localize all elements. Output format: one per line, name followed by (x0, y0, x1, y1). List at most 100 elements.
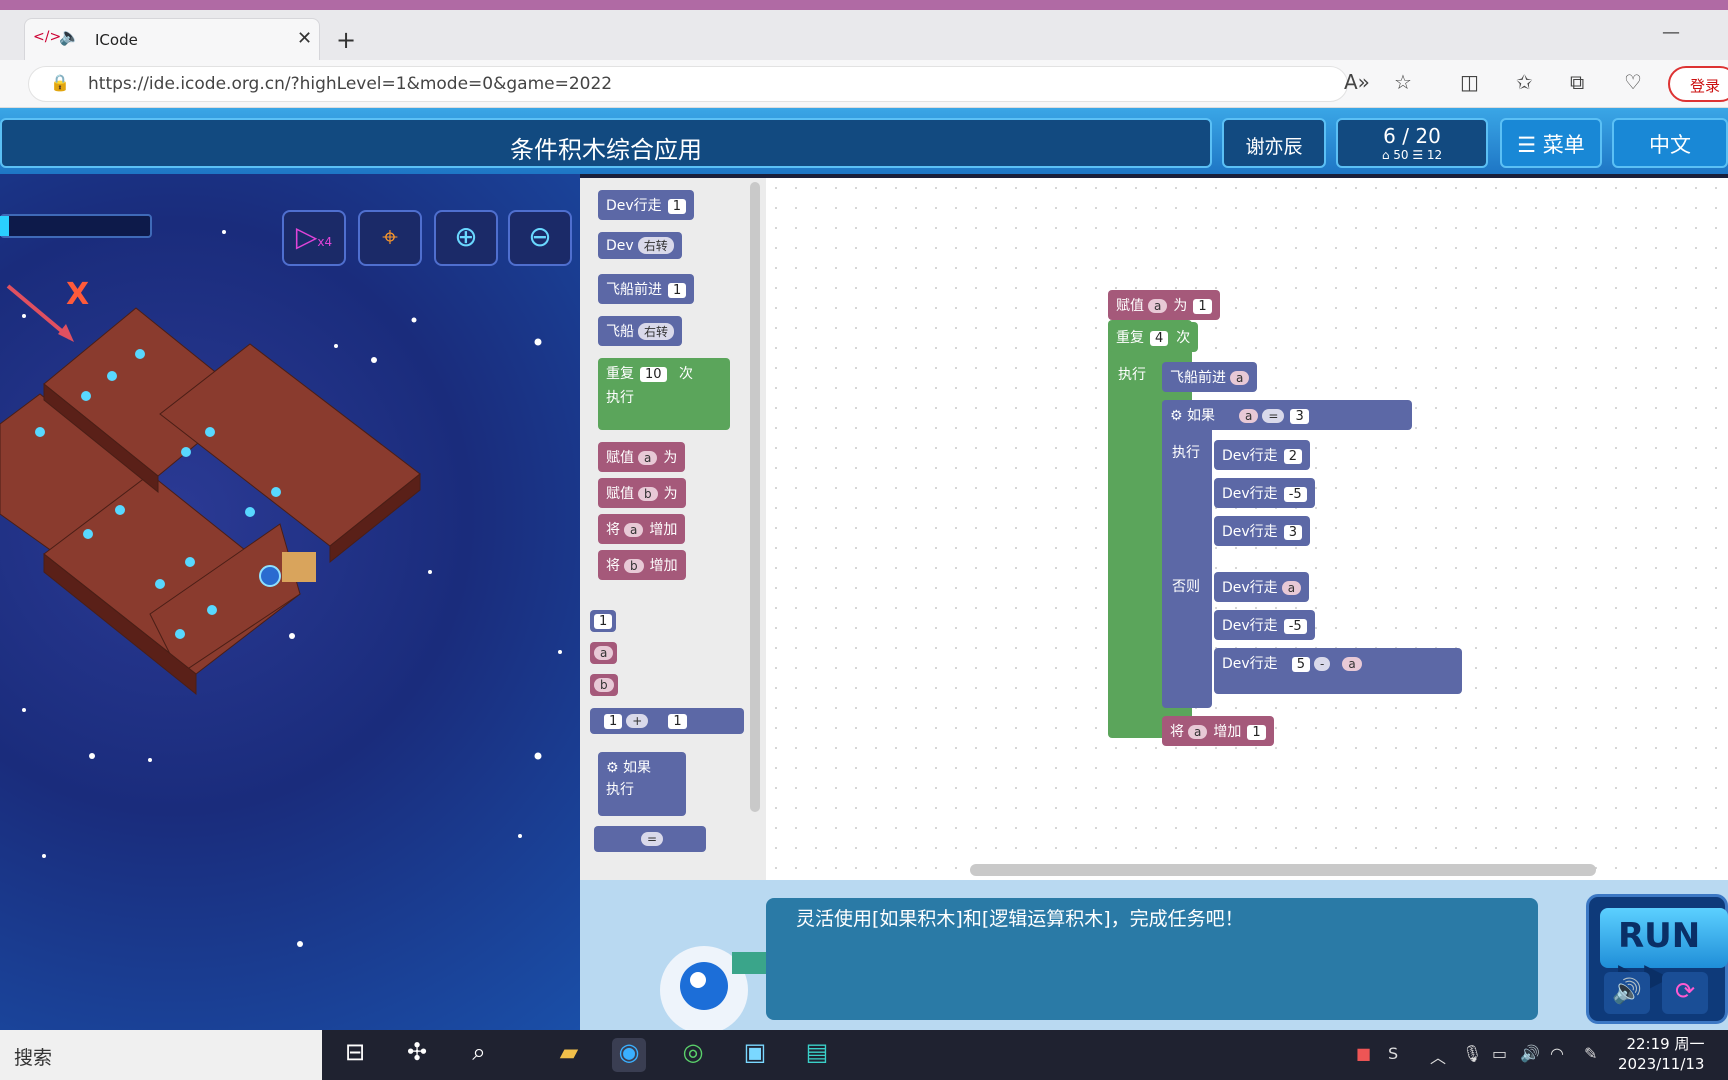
var-dropdown[interactable]: a (1148, 299, 1168, 313)
menu-button[interactable]: ☰ 菜单 (1500, 118, 1602, 168)
toolbox-if-block[interactable]: ⚙ 如果 执行 (598, 752, 686, 816)
dev-walk-expression-block[interactable]: Dev行走 5- a (1214, 648, 1462, 694)
operator-dropdown[interactable]: + (626, 714, 649, 728)
assign-block[interactable]: 赋值 a 为 1 (1108, 290, 1220, 320)
var-dropdown[interactable]: b (624, 559, 644, 573)
green-app-icon[interactable]: ◎ (676, 1038, 710, 1072)
ship-forward-block[interactable]: 飞船前进 a (1162, 362, 1258, 392)
dev-walk-block[interactable]: Dev行走 -5 (1214, 610, 1315, 640)
turn-dropdown[interactable]: 右转 (637, 237, 674, 254)
block-value[interactable]: 1 (594, 614, 613, 629)
toolbox-number-block[interactable]: 1 (590, 610, 617, 632)
var-dropdown[interactable]: b (594, 678, 614, 692)
favorites-list-icon[interactable]: ✩ (1516, 70, 1533, 94)
media-app-icon[interactable]: ▣ (738, 1038, 772, 1072)
block-value[interactable]: 1 (668, 283, 687, 298)
zoom-in-button[interactable]: ⊕ (434, 210, 498, 266)
run-button[interactable]: RUN ▶▶ (1600, 908, 1728, 996)
if-block[interactable]: ⚙ 如果 a = 3 (1162, 400, 1412, 430)
pinwheel-app-icon[interactable]: ✣ (400, 1038, 434, 1072)
volume-icon[interactable]: 🔊 (1520, 1044, 1540, 1063)
toolbox-assign-a-block[interactable]: 赋值 a 为 (598, 442, 686, 472)
block-value[interactable]: 4 (1150, 331, 1169, 346)
block-value[interactable]: 5 (1291, 657, 1310, 672)
pen-icon[interactable]: ✎ (1584, 1044, 1597, 1063)
operator-dropdown[interactable]: = (1262, 409, 1285, 423)
toolbox-dev-walk-block[interactable]: Dev行走 1 (598, 190, 694, 220)
block-value[interactable]: 1 (604, 714, 623, 729)
read-aloud-icon[interactable]: A» (1344, 70, 1370, 94)
toolbox-assign-b-block[interactable]: 赋值 b 为 (598, 478, 686, 508)
task-view-icon[interactable]: ⊟ (338, 1038, 372, 1072)
edge-browser-icon[interactable]: ◉ (612, 1038, 646, 1072)
dev-walk-block[interactable]: Dev行走 3 (1214, 516, 1310, 546)
block-value[interactable]: 10 (640, 367, 667, 382)
toolbox-scrollbar[interactable] (750, 182, 760, 812)
var-dropdown[interactable]: a (1239, 409, 1259, 423)
block-value[interactable]: 1 (668, 714, 687, 729)
zoom-out-button[interactable]: ⊖ (508, 210, 572, 266)
language-button[interactable]: 中文 (1612, 118, 1728, 168)
minimize-button[interactable]: — (1662, 22, 1680, 43)
reset-button[interactable]: ⟳ (1662, 972, 1708, 1014)
block-value[interactable]: 1 (1193, 299, 1212, 314)
turn-dropdown[interactable]: 右转 (638, 323, 675, 340)
tray-app-icon[interactable]: ■ (1356, 1044, 1371, 1063)
search-app-icon[interactable]: ⌕ (462, 1038, 496, 1072)
browser-tab[interactable]: </> 🔈 ICode ✕ (24, 18, 320, 60)
gear-icon[interactable]: ⚙ (606, 760, 619, 776)
block-value[interactable]: 3 (1290, 409, 1309, 424)
speaker-icon[interactable]: 🔈 (59, 27, 80, 47)
taskbar-search[interactable]: 搜索 (0, 1030, 322, 1080)
browser-essentials-icon[interactable]: ♡ (1624, 70, 1642, 94)
var-dropdown[interactable]: a (1281, 581, 1302, 595)
favorite-star-icon[interactable]: ☆ (1394, 70, 1412, 94)
block-value[interactable]: 1 (1247, 725, 1266, 740)
dev-walk-block[interactable]: Dev行走 2 (1214, 440, 1310, 470)
game-canvas[interactable]: X (0, 174, 580, 1030)
increase-block[interactable]: 将 a 增加 1 (1162, 716, 1274, 746)
gear-icon[interactable]: ⚙ (1170, 408, 1183, 424)
toolbox-ship-turn-block[interactable]: 飞船 右转 (598, 316, 683, 346)
var-dropdown[interactable]: a (638, 451, 658, 465)
workspace-scrollbar[interactable] (970, 864, 1596, 876)
split-screen-icon[interactable]: ◫ (1460, 70, 1479, 94)
file-explorer-icon[interactable]: ▰ (552, 1038, 586, 1072)
toolbox-arithmetic-block[interactable]: 1 +1 (590, 708, 744, 734)
operator-dropdown[interactable]: = (640, 832, 664, 846)
sound-button[interactable]: 🔊 (1604, 972, 1650, 1014)
close-tab-icon[interactable]: ✕ (297, 28, 312, 49)
block-value[interactable]: -5 (1283, 619, 1307, 634)
var-dropdown[interactable]: a (1188, 725, 1208, 739)
recorder-app-icon[interactable]: ▤ (800, 1038, 834, 1072)
repeat-block[interactable]: 重复 4 次 (1108, 322, 1199, 352)
block-value[interactable]: 2 (1283, 449, 1302, 464)
toolbox-var-a-block[interactable]: a (590, 642, 618, 664)
chevron-up-icon[interactable]: ︿ (1430, 1044, 1446, 1068)
microphone-icon[interactable]: 🎙 (1462, 1044, 1482, 1063)
collections-icon[interactable]: ⧉ (1570, 70, 1584, 94)
clock[interactable]: 22:19 周一 2023/11/13 (1618, 1034, 1704, 1074)
login-button[interactable]: 登录 (1668, 66, 1728, 102)
new-tab-button[interactable]: + (336, 26, 356, 54)
block-value[interactable]: 1 (667, 199, 686, 214)
var-dropdown[interactable]: a (594, 646, 614, 660)
map-view-button[interactable]: ⌖ (358, 210, 422, 266)
toolbox-inc-a-block[interactable]: 将 a 增加 (598, 514, 686, 544)
var-dropdown[interactable]: a (1230, 371, 1250, 385)
toolbox-var-b-block[interactable]: b (590, 674, 618, 696)
var-dropdown[interactable]: a (624, 523, 644, 537)
wifi-icon[interactable]: ◠ (1550, 1044, 1564, 1063)
operator-dropdown[interactable]: - (1313, 657, 1331, 671)
var-dropdown[interactable]: a (1342, 657, 1362, 671)
dev-walk-block[interactable]: Dev行走 -5 (1214, 478, 1315, 508)
block-value[interactable]: -5 (1283, 487, 1307, 502)
dev-walk-block[interactable]: Dev行走 a (1214, 572, 1310, 602)
toolbox-repeat-block[interactable]: 重复 10 次 执行 (598, 358, 730, 430)
speed-x4-button[interactable]: ▷x4 (282, 210, 346, 266)
toolbox-dev-turn-block[interactable]: Dev 右转 (598, 232, 682, 259)
battery-icon[interactable]: ▭ (1492, 1044, 1507, 1063)
var-dropdown[interactable]: b (638, 487, 658, 501)
toolbox-compare-block[interactable]: = (594, 826, 706, 852)
toolbox-ship-forward-block[interactable]: 飞船前进 1 (598, 274, 695, 304)
